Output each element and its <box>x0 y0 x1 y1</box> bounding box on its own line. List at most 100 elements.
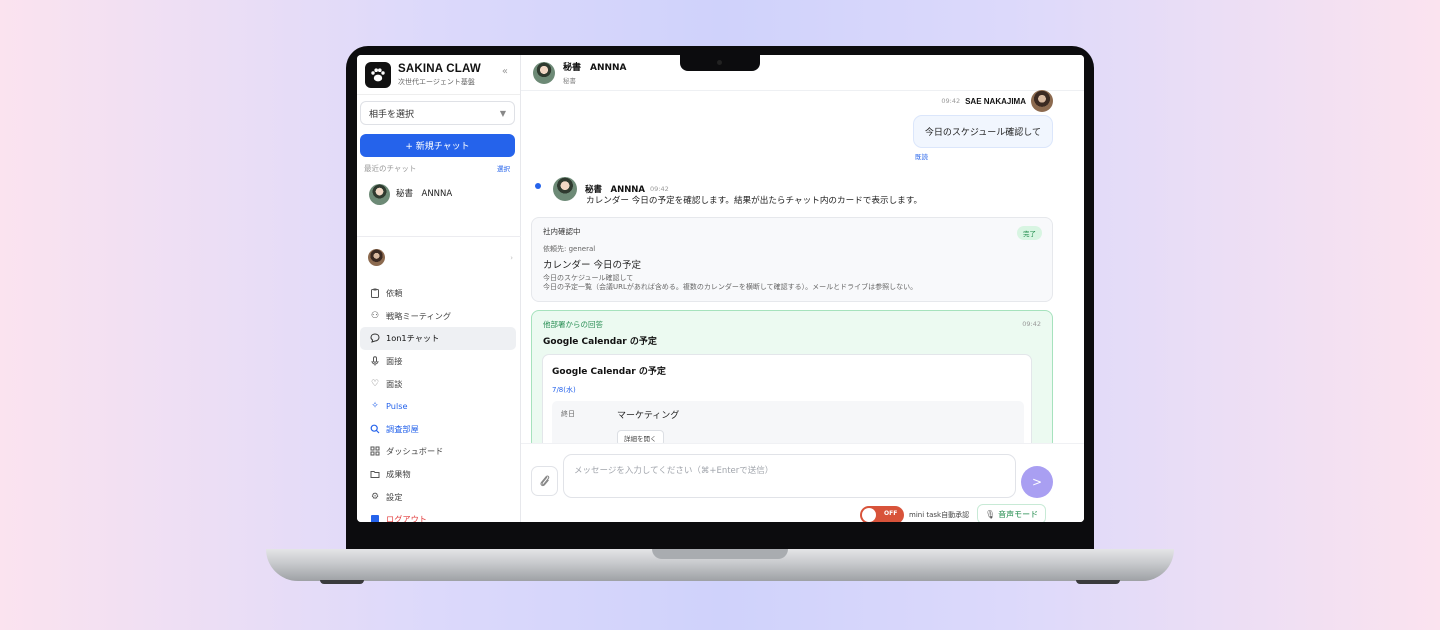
internal-check-label: 社内確認中 <box>543 227 581 236</box>
laptop-base-groove <box>652 549 788 559</box>
secretary-avatar <box>553 177 577 201</box>
reply-title: Google Calendar の予定 <box>543 337 657 347</box>
chat-partner-name: 秘書 ANNNA <box>563 63 627 73</box>
sidebar-item-label: 調査部屋 <box>386 423 419 434</box>
logout-icon <box>369 513 381 522</box>
message-composer: > OFF mini task自動承認 🎙 音声モード <box>521 443 1084 522</box>
message-input[interactable] <box>563 454 1016 498</box>
chat-header: 秘書 ANNNA 秘書 <box>521 55 1084 91</box>
gear-icon: ⚙ <box>370 491 380 502</box>
user-message-bubble: 今日のスケジュール確認して <box>912 115 1053 148</box>
sidebar-item-logout[interactable]: ログアウト <box>360 508 516 522</box>
sidebar-divider <box>357 236 521 237</box>
sidebar-item-deliverables[interactable]: 成果物 <box>360 463 516 486</box>
reply-source-label: 他部署からの回答 <box>543 320 603 329</box>
sidebar-item-dashboard[interactable]: ダッシュボード <box>360 440 516 463</box>
status-badge: 完了 <box>1017 226 1042 240</box>
paw-logo-icon <box>365 61 391 88</box>
brand-header: SAKINA CLAW 次世代エージェント基盤 « <box>357 55 520 95</box>
sidebar-item-label: 戦略ミーティング <box>386 310 452 321</box>
sidebar-item-label: 1on1チャット <box>386 333 440 344</box>
clipboard-icon <box>369 287 381 299</box>
internal-check-desc-2: 今日の予定一覧（会議URLがあれば含める。複数のカレンダーを横断して確認する）。… <box>543 283 918 292</box>
sidebar-item-label: 設定 <box>386 491 403 502</box>
sidebar-item-requests[interactable]: 依頼 <box>360 282 516 305</box>
user-avatar <box>368 249 385 266</box>
sidebar: SAKINA CLAW 次世代エージェント基盤 « 相手を選択 ▼ + 新規チャ… <box>357 55 521 522</box>
calendar-card-title: Google Calendar の予定 <box>552 367 666 377</box>
select-chats-link[interactable]: 選択 <box>497 163 510 174</box>
chevron-right-icon: › <box>510 253 513 262</box>
heart-icon: ♡ <box>370 378 380 389</box>
toggle-state: OFF <box>884 510 898 517</box>
collapse-sidebar-icon[interactable]: « <box>502 66 508 77</box>
sidebar-item-label: 成果物 <box>386 469 411 480</box>
calendar-date: 7/8(水) <box>552 386 576 394</box>
people-icon: ⚇ <box>370 310 380 321</box>
search-icon <box>369 423 381 435</box>
chat-bubble-icon <box>369 332 381 344</box>
partner-select[interactable]: 相手を選択 ▼ <box>360 101 515 125</box>
microphone-icon <box>369 355 381 367</box>
laptop-foot-right <box>1076 580 1120 584</box>
user-message-header: 09:42 SAE NAKAJIMA <box>941 90 1053 112</box>
bot-message-text: カレンダー 今日の予定を確認します。結果が出たらチャット内のカードで表示します。 <box>586 196 923 206</box>
folder-icon <box>369 468 381 480</box>
calendar-card: Google Calendar の予定 7/8(水) 終日 マーケティング 詳細… <box>542 354 1032 449</box>
auto-approve-toggle[interactable]: OFF <box>860 506 904 522</box>
sidebar-nav: 依頼 ⚇ 戦略ミーティング 1on1チャット 面接 ♡ 面談 ✧ Pulse 調… <box>360 282 516 522</box>
recent-chat-item[interactable]: 秘書 ANNNA <box>357 174 520 205</box>
user-message-time: 09:42 <box>941 97 961 105</box>
grid-icon <box>369 445 381 457</box>
microphone-icon: 🎙 <box>985 509 996 519</box>
sidebar-item-meeting[interactable]: ♡ 面談 <box>360 372 516 395</box>
toggle-knob <box>862 508 876 522</box>
unread-dot-icon <box>535 183 541 189</box>
voice-mode-button[interactable]: 🎙 音声モード <box>977 504 1047 522</box>
sidebar-item-label: ダッシュボード <box>386 446 444 457</box>
brand-name: SAKINA CLAW <box>398 62 481 75</box>
paperclip-icon[interactable] <box>531 466 558 496</box>
pulse-icon: ✧ <box>371 401 379 412</box>
sidebar-item-label: 面接 <box>386 356 403 367</box>
sidebar-item-label: 依頼 <box>386 288 403 299</box>
sidebar-item-label: 面談 <box>386 378 403 389</box>
sidebar-item-strategy-meeting[interactable]: ⚇ 戦略ミーティング <box>360 305 516 328</box>
sidebar-item-label: ログアウト <box>386 514 427 522</box>
app-screen: SAKINA CLAW 次世代エージェント基盤 « 相手を選択 ▼ + 新規チャ… <box>357 55 1084 522</box>
department-reply-card: 他部署からの回答 09:42 Google Calendar の予定 Googl… <box>531 310 1053 450</box>
laptop-chin <box>346 530 1094 550</box>
sidebar-item-research-room[interactable]: 調査部屋 <box>360 418 516 441</box>
internal-check-card: 社内確認中 完了 依頼先: general カレンダー 今日の予定 今日のスケジ… <box>531 217 1053 302</box>
sidebar-item-1on1-chat[interactable]: 1on1チャット <box>360 327 516 350</box>
bot-message-time: 09:42 <box>650 185 669 193</box>
new-chat-button[interactable]: + 新規チャット <box>360 134 515 157</box>
event-allday-label: 終日 <box>561 410 575 418</box>
partner-select-value: 相手を選択 <box>369 109 415 120</box>
recent-chat-name: 秘書 ANNNA <box>396 189 453 199</box>
camera-notch <box>680 55 760 71</box>
caret-down-icon: ▼ <box>499 108 506 118</box>
sidebar-item-label: Pulse <box>386 401 408 412</box>
user-message-sender: SAE NAKAJIMA <box>965 96 1026 106</box>
read-status: 既読 <box>915 153 928 161</box>
voice-mode-label: 音声モード <box>998 509 1039 519</box>
auto-approve-label: mini task自動承認 <box>909 511 970 519</box>
sidebar-item-interview[interactable]: 面接 <box>360 350 516 373</box>
user-profile-row[interactable]: › <box>368 249 513 266</box>
brand-subtitle: 次世代エージェント基盤 <box>398 77 475 86</box>
secretary-avatar <box>533 61 555 84</box>
event-title: マーケティング <box>617 411 680 421</box>
secretary-avatar <box>369 184 390 205</box>
sidebar-item-pulse[interactable]: ✧ Pulse <box>360 395 516 418</box>
chat-partner-role: 秘書 <box>563 77 576 85</box>
laptop-foot-left <box>320 580 364 584</box>
reply-time: 09:42 <box>1022 320 1041 328</box>
sidebar-item-settings[interactable]: ⚙ 設定 <box>360 485 516 508</box>
recent-chats-header: 最近のチャット 選択 <box>357 157 520 174</box>
send-button[interactable]: > <box>1021 466 1053 498</box>
internal-check-title: カレンダー 今日の予定 <box>543 260 642 271</box>
recent-chats-label: 最近のチャット <box>364 164 417 173</box>
chat-main: 秘書 ANNNA 秘書 09:42 SAE NAKAJIMA 今日のスケジュール… <box>521 55 1084 522</box>
request-destination: 依頼先: general <box>543 245 596 253</box>
